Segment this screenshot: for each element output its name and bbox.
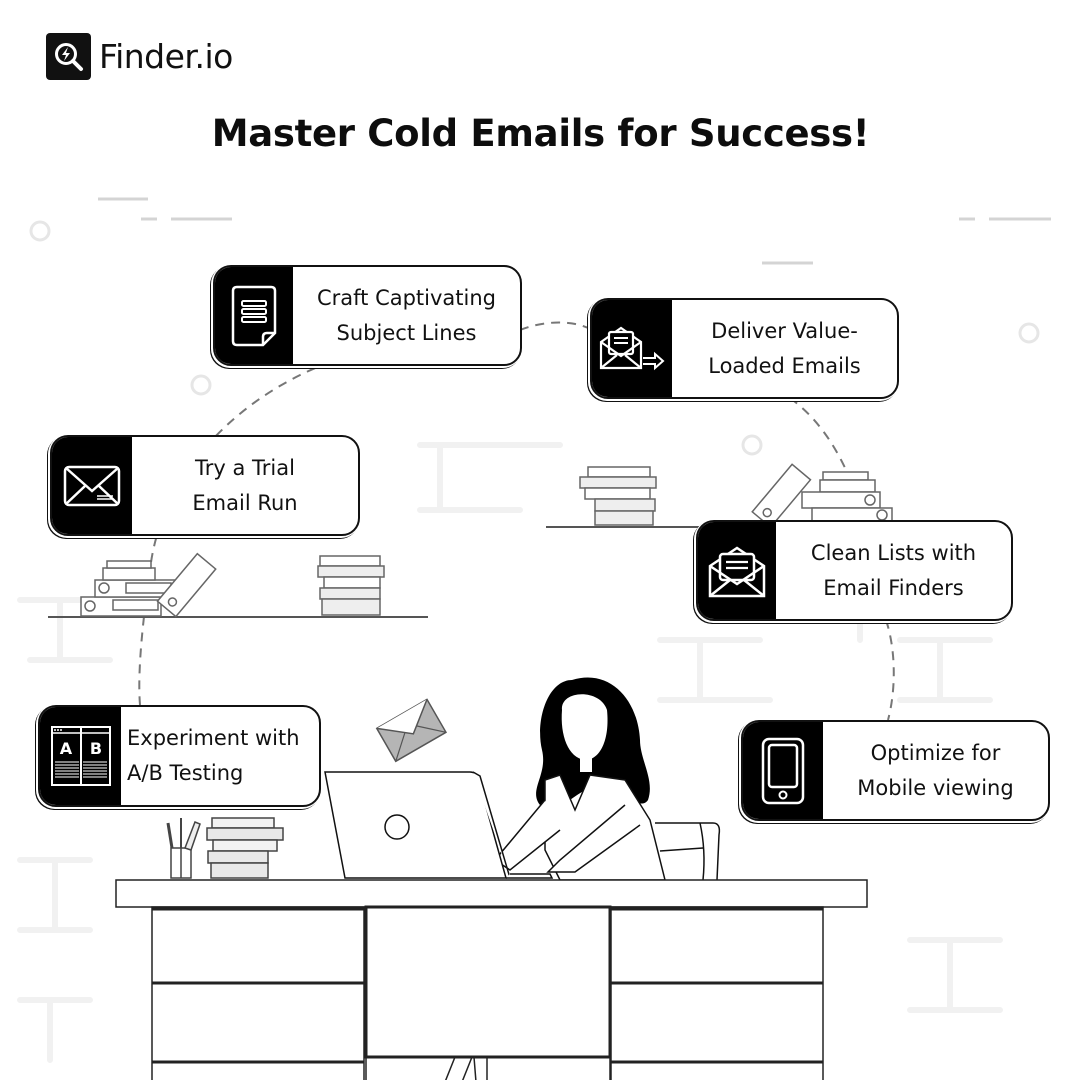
desk-items [166, 817, 284, 879]
dash-decor [98, 197, 1051, 265]
svg-text:B: B [89, 739, 101, 758]
ab-test-icon: A B [40, 707, 121, 805]
step-label: Experiment with A/B Testing [127, 726, 300, 785]
right-shelf [546, 463, 893, 529]
step-label: Try a Trial Email Run [192, 455, 298, 515]
page-title: Master Cold Emails for Success! [211, 112, 870, 155]
step-card-mobile[interactable]: Optimize for Mobile viewing [741, 720, 1050, 821]
step-card-subject-lines[interactable]: Craft Captivating Subject Lines [213, 265, 522, 366]
step-label: Clean Lists with Email Finders [810, 540, 977, 600]
chair [655, 822, 721, 881]
step-card-deliver-value[interactable]: Deliver Value- Loaded Emails [590, 298, 899, 399]
step-label: Deliver Value- Loaded Emails [708, 318, 861, 378]
step-label: Craft Captivating Subject Lines [316, 285, 497, 345]
left-shelf [48, 552, 428, 618]
document-icon [215, 267, 293, 364]
step-label: Optimize for Mobile viewing [857, 740, 1014, 800]
mobile-phone-icon [743, 722, 823, 819]
step-card-trial-run[interactable]: Try a Trial Email Run [50, 435, 360, 536]
step-card-ab-testing[interactable]: A B Experiment with A/B Testing [38, 705, 321, 807]
desk [115, 879, 868, 1080]
search-lightning-icon [46, 33, 91, 80]
brand-logo[interactable]: Finder.io [46, 33, 233, 80]
envelope-icon [52, 437, 132, 534]
open-envelope-icon [698, 522, 776, 619]
flying-envelope [375, 698, 448, 763]
send-email-icon [592, 300, 672, 397]
svg-text:A: A [59, 739, 72, 758]
brand-name: Finder.io [99, 37, 233, 76]
step-card-clean-lists[interactable]: Clean Lists with Email Finders [696, 520, 1013, 621]
woman-figure [493, 677, 666, 881]
